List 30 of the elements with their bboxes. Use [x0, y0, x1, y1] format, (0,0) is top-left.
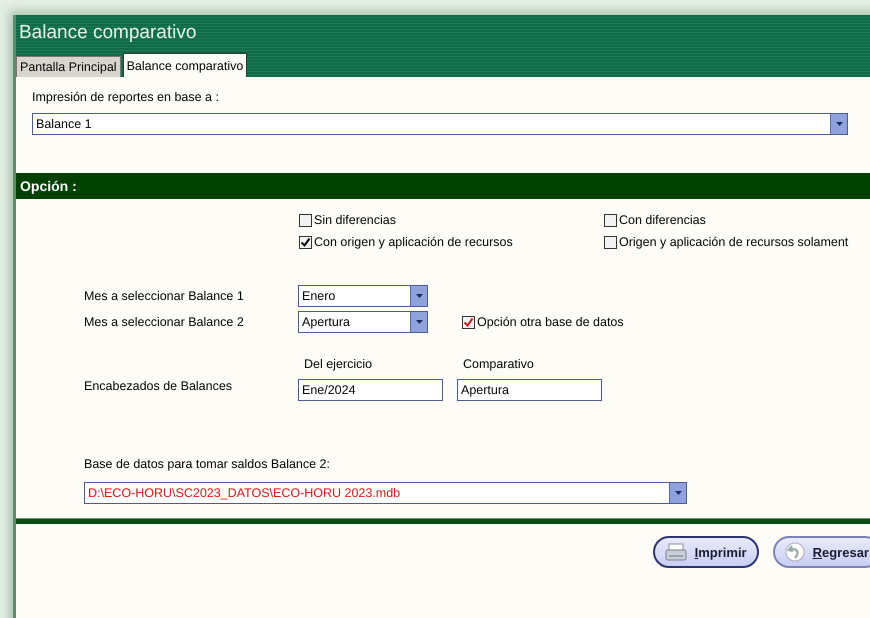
checkbox[interactable] [604, 214, 617, 226]
field-label: Encabezados de Balances [84, 379, 234, 393]
input-field[interactable]: Apertura [457, 379, 602, 401]
checkbox-option[interactable]: Con diferencias [604, 213, 864, 227]
tab[interactable]: Pantalla Principal [16, 56, 121, 77]
printer-icon [664, 543, 687, 561]
tab[interactable]: Balance comparativo [122, 53, 248, 77]
checkbox[interactable] [604, 236, 617, 248]
checkbox-option[interactable]: Origen y aplicación de recursos solament [604, 235, 864, 249]
back-button[interactable]: Regresar [772, 536, 870, 568]
checkbox-option[interactable]: Opción otra base de datos [462, 315, 624, 329]
checkbox[interactable] [299, 236, 312, 248]
checkbox-option[interactable]: Sin diferencias [299, 213, 604, 227]
month-dropdown[interactable]: Enero [298, 285, 428, 307]
checkbox-option[interactable]: Con origen y aplicación de recursos [299, 235, 604, 249]
section-title: Opción : [20, 178, 77, 194]
field-label: Impresión de reportes en base a : [32, 89, 220, 105]
print-button[interactable]: Imprimir [652, 536, 759, 568]
checkbox[interactable] [299, 214, 312, 226]
checkbox[interactable] [462, 316, 475, 328]
window-title: Balance comparativo [19, 22, 196, 44]
field-label: Mes a seleccionar Balance 2 [84, 315, 245, 329]
field-label: Base de datos para tomar saldos Balance 2: [84, 456, 331, 472]
database-dropdown[interactable]: D:\ECO-HORU\SC2023_DATOS\ECO-HORU 2023.mdb [84, 482, 687, 504]
input-field[interactable]: Ene/2024 [298, 379, 443, 401]
month-dropdown[interactable]: Apertura [298, 311, 428, 333]
field-label: Del ejercicio [303, 357, 374, 371]
field-label: Comparativo [462, 357, 535, 371]
report-base-dropdown[interactable]: Balance 1 [32, 113, 848, 135]
field-label: Mes a seleccionar Balance 1 [84, 289, 245, 303]
